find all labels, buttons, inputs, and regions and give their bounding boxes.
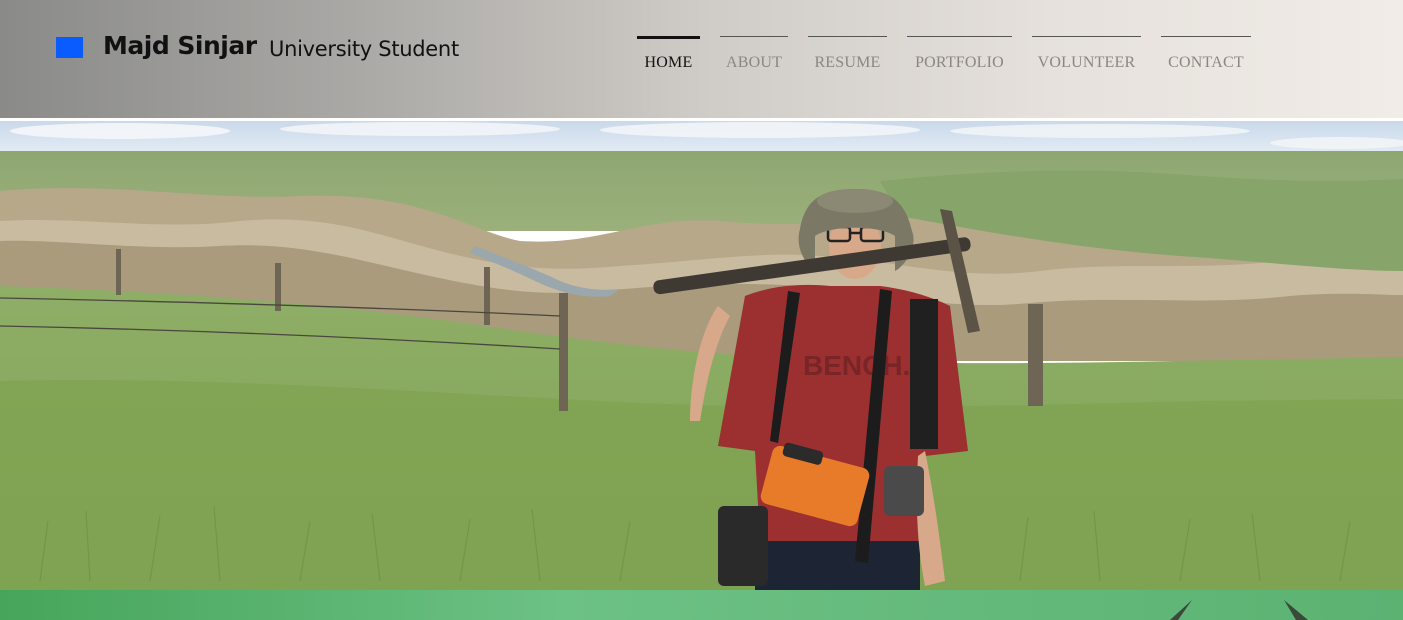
hero-image: BENCH.: [0, 121, 1403, 590]
nav-item-volunteer[interactable]: VOLUNTEER: [1032, 36, 1141, 76]
nav-item-portfolio[interactable]: PORTFOLIO: [907, 36, 1012, 76]
nav-item-label: VOLUNTEER: [1037, 54, 1136, 71]
nav-item-label: RESUME: [814, 54, 881, 71]
nav-item-label: HOME: [644, 54, 693, 71]
nav-item-home[interactable]: HOME: [637, 36, 700, 76]
hero-landscape-illustration: BENCH.: [0, 121, 1403, 590]
site-header: Majd Sinjar University Student HOME ABOU…: [0, 0, 1403, 118]
nav-item-label: ABOUT: [725, 54, 783, 71]
main-nav: HOME ABOUT RESUME PORTFOLIO VOLUNTEER CO…: [0, 36, 1403, 76]
nav-item-label: CONTACT: [1168, 54, 1244, 71]
nav-item-resume[interactable]: RESUME: [808, 36, 887, 76]
decorative-leaf-icon: [1170, 600, 1192, 620]
nav-item-about[interactable]: ABOUT: [720, 36, 788, 76]
decorative-leaf-icon: [1284, 600, 1308, 620]
shirt-text: BENCH.: [803, 350, 910, 381]
nav-item-contact[interactable]: CONTACT: [1161, 36, 1251, 76]
nav-item-label: PORTFOLIO: [915, 54, 1004, 71]
